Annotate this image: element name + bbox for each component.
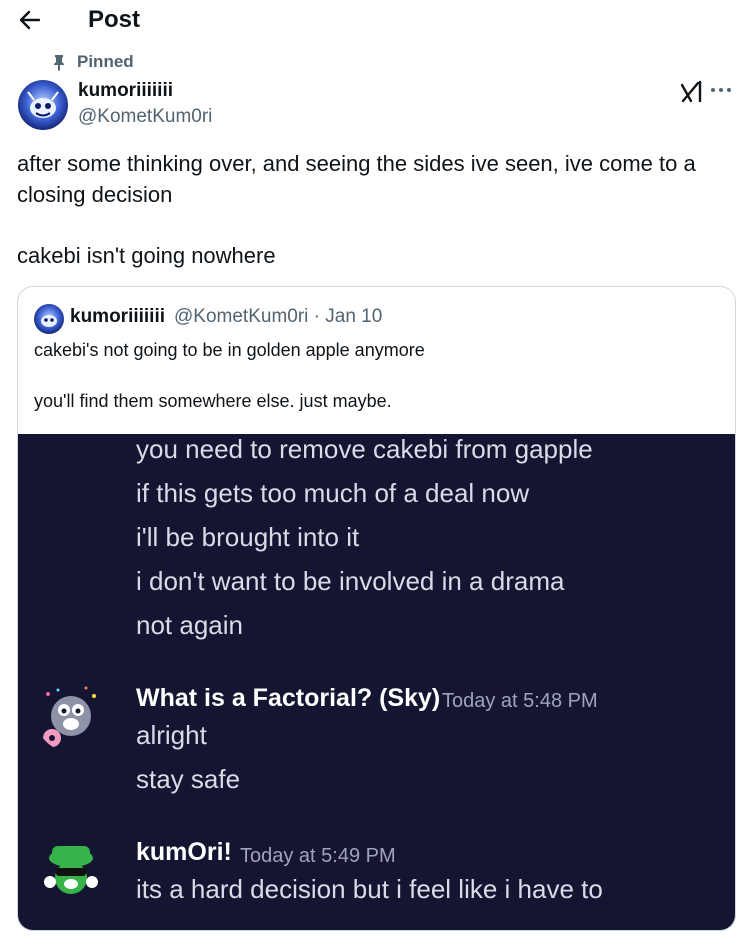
chat-author-sky: What is a Factorial? (Sky) (136, 684, 441, 712)
chat-author-kumori: kumOri! (136, 838, 232, 866)
avatar[interactable] (18, 80, 68, 130)
quoted-post[interactable]: kumoriiiiiii @KometKum0ri · Jan 10 cakeb… (17, 286, 736, 931)
grok-button[interactable] (678, 78, 706, 108)
chat-line: stay safe (136, 764, 241, 794)
back-button[interactable] (12, 4, 48, 36)
pinned-label: Pinned (77, 52, 134, 71)
post-text: after some thinking over, and seeing the… (17, 151, 696, 207)
chat-timestamp: Today at 5:48 PM (442, 690, 598, 712)
quote-meta: @KometKum0ri · Jan 10 (174, 306, 383, 327)
quote-avatar (34, 304, 64, 334)
quote-image-discord-chat[interactable]: you need to remove cakebi from gapple if… (18, 434, 735, 930)
chat-line: i'll be brought into it (136, 522, 360, 552)
chat-line: you need to remove cakebi from gapple (136, 434, 593, 464)
quote-text: cakebi's not going to be in golden apple… (34, 340, 425, 360)
grok-icon (680, 80, 702, 103)
chat-line: i don't want to be involved in a drama (136, 566, 565, 596)
quote-text-2: you'll find them somewhere else. just ma… (34, 391, 392, 411)
chat-timestamp: Today at 5:49 PM (240, 845, 396, 867)
author-handle[interactable]: @KometKum0ri (78, 106, 212, 128)
chat-line: its a hard decision but i feel like i ha… (136, 874, 603, 904)
quote-author-name: kumoriiiiiii (70, 306, 166, 327)
chat-line: if this gets too much of a deal now (136, 478, 530, 508)
chat-line: alright (136, 720, 207, 750)
author-display-name[interactable]: kumoriiiiiii (78, 80, 173, 102)
page-title: Post (88, 6, 141, 33)
chat-avatar-sky (36, 682, 106, 752)
pinned-indicator: Pinned (50, 52, 134, 72)
post-text-2: cakebi isn't going nowhere (17, 243, 276, 268)
more-icon (711, 88, 731, 92)
more-button[interactable] (709, 78, 739, 106)
top-bar: Post (0, 0, 755, 42)
arrow-left-icon (19, 10, 41, 30)
chat-avatar-kumori (36, 838, 106, 908)
chat-line: not again (136, 610, 243, 640)
pin-icon (54, 55, 64, 71)
